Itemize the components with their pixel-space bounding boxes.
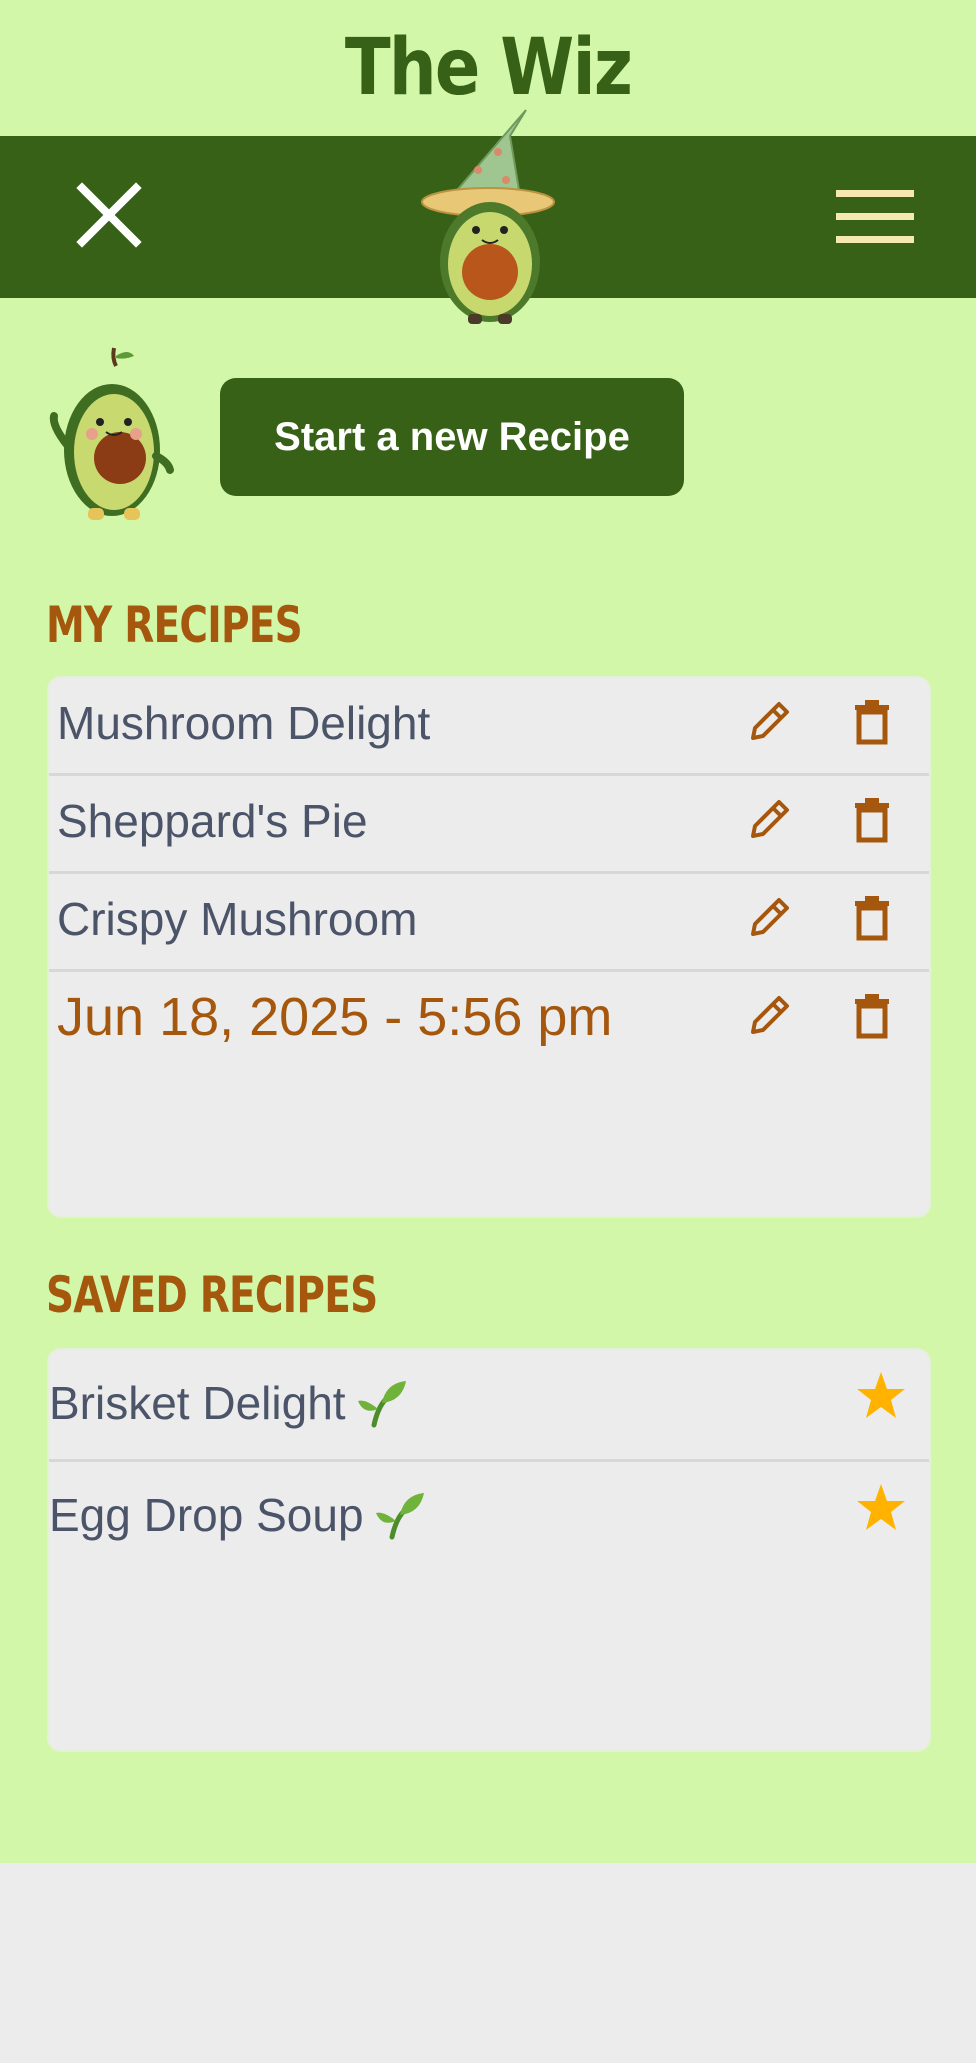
- sprout-icon: [357, 1381, 406, 1428]
- recipe-name[interactable]: Jun 18, 2025 - 5:56 pm: [57, 986, 612, 1048]
- saved-recipes-list: Brisket Delight Egg Drop Soup: [47, 1348, 931, 1752]
- recipe-row[interactable]: Sheppard's Pie: [49, 776, 929, 874]
- recipe-name[interactable]: Sheppard's Pie: [57, 794, 368, 848]
- trash-icon[interactable]: [847, 892, 897, 942]
- pencil-icon[interactable]: [745, 794, 795, 844]
- saved-recipe-row[interactable]: Egg Drop Soup: [49, 1462, 929, 1750]
- page-background: The Wiz Start a new Recipe MY RECIPES Mu…: [0, 0, 976, 1863]
- saved-recipe-name: Brisket Delight: [49, 1377, 346, 1429]
- close-icon: [76, 182, 142, 248]
- saved-recipe-item[interactable]: Brisket Delight: [49, 1376, 408, 1430]
- trash-icon[interactable]: [847, 990, 897, 1040]
- close-button[interactable]: [74, 180, 144, 250]
- recipe-row[interactable]: Jun 18, 2025 - 5:56 pm: [49, 972, 929, 1212]
- trash-icon[interactable]: [847, 794, 897, 844]
- recipe-row[interactable]: Crispy Mushroom: [49, 874, 929, 972]
- saved-recipe-name: Egg Drop Soup: [49, 1489, 364, 1541]
- star-icon[interactable]: [855, 1482, 907, 1534]
- saved-recipe-item[interactable]: Egg Drop Soup: [49, 1488, 426, 1542]
- saved-recipe-row[interactable]: Brisket Delight: [49, 1350, 929, 1462]
- app-title: The Wiz: [344, 23, 633, 113]
- recipe-name[interactable]: Mushroom Delight: [57, 696, 430, 750]
- wizard-avocado-mascot: [421, 109, 555, 324]
- recipe-name[interactable]: Crispy Mushroom: [57, 892, 417, 946]
- star-icon[interactable]: [855, 1370, 907, 1422]
- sprout-icon: [375, 1493, 424, 1540]
- trash-icon[interactable]: [847, 696, 897, 746]
- menu-button[interactable]: [834, 188, 916, 246]
- start-new-recipe-button[interactable]: Start a new Recipe: [220, 378, 684, 496]
- pencil-icon[interactable]: [745, 696, 795, 746]
- my-recipes-list: Mushroom Delight Sheppard's Pie Crispy M…: [47, 676, 931, 1218]
- avocado-mascot: [49, 347, 174, 520]
- pencil-icon[interactable]: [745, 892, 795, 942]
- my-recipes-heading: MY RECIPES: [46, 596, 303, 654]
- saved-recipes-heading: SAVED RECIPES: [46, 1266, 378, 1324]
- recipe-row[interactable]: Mushroom Delight: [49, 678, 929, 776]
- hamburger-menu-icon: [836, 190, 914, 243]
- pencil-icon[interactable]: [745, 990, 795, 1040]
